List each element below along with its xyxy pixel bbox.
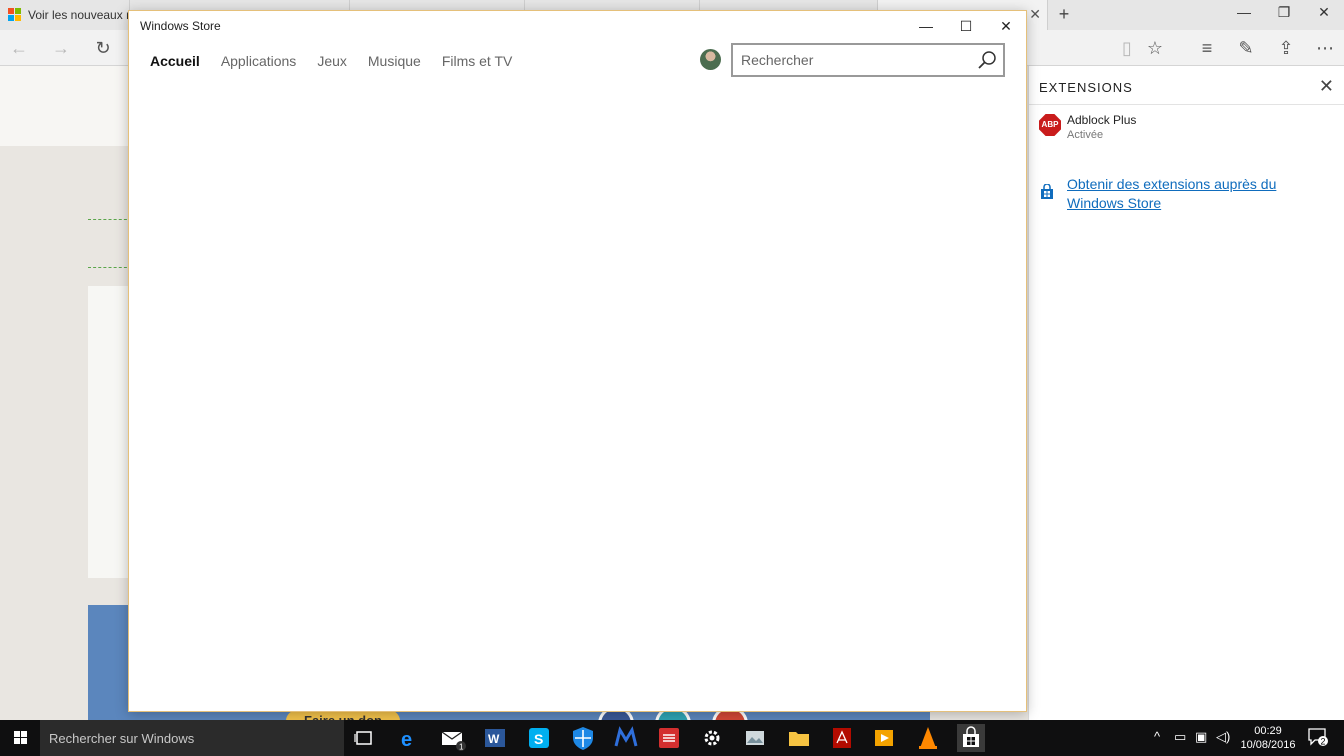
volume-icon[interactable]: ◁) bbox=[1216, 729, 1230, 745]
page-header-strip bbox=[0, 66, 140, 146]
vlc-icon[interactable] bbox=[914, 724, 942, 752]
store-maximize-button[interactable]: ☐ bbox=[951, 15, 981, 37]
store-minimize-button[interactable]: — bbox=[911, 15, 941, 37]
store-icon[interactable] bbox=[957, 724, 985, 752]
network-icon[interactable]: ▣ bbox=[1195, 729, 1207, 745]
browser-tab-title: Voir les nouveaux m bbox=[28, 8, 130, 22]
refresh-icon[interactable]: ↻ bbox=[90, 36, 116, 60]
mail-badge: 1 bbox=[459, 743, 464, 752]
file-explorer-icon[interactable] bbox=[785, 724, 813, 752]
extensions-title: EXTENSIONS bbox=[1039, 80, 1133, 95]
windows-start-icon[interactable] bbox=[0, 720, 40, 756]
tab-accueil[interactable]: Accueil bbox=[150, 53, 200, 69]
browser-close-button[interactable]: ✕ bbox=[1312, 4, 1336, 21]
tab-close-icon[interactable]: ✕ bbox=[1029, 6, 1041, 23]
windows-logo-icon bbox=[8, 8, 21, 21]
svg-text:W: W bbox=[488, 732, 500, 746]
skype-icon[interactable]: S bbox=[525, 724, 553, 752]
edge-icon[interactable]: e bbox=[395, 724, 423, 752]
forward-arrow-icon[interactable]: → bbox=[48, 36, 74, 60]
divider bbox=[1029, 104, 1344, 105]
page-divider bbox=[88, 267, 132, 268]
close-icon[interactable]: ✕ bbox=[1319, 76, 1334, 97]
search-box bbox=[731, 43, 1005, 77]
defender-shield-icon[interactable] bbox=[569, 724, 597, 752]
word-icon[interactable]: W bbox=[481, 724, 509, 752]
search-input[interactable] bbox=[733, 45, 963, 75]
new-tab-button[interactable]: + bbox=[1054, 4, 1074, 25]
svg-text:S: S bbox=[534, 731, 543, 747]
get-extensions-link[interactable]: Obtenir des extensions auprès du Windows… bbox=[1067, 175, 1327, 213]
battery-icon[interactable]: ▭ bbox=[1174, 729, 1186, 745]
tab-jeux[interactable]: Jeux bbox=[317, 53, 347, 69]
windows-store-window: Windows Store — ☐ ✕ Accueil Applications… bbox=[128, 10, 1027, 712]
browser-restore-button[interactable]: ❐ bbox=[1272, 4, 1296, 21]
reading-view-icon[interactable]: ▯ bbox=[1114, 36, 1140, 60]
browser-tab[interactable]: Voir les nouveaux m bbox=[0, 0, 130, 30]
notification-count: 2 bbox=[1321, 737, 1326, 747]
store-nav: Accueil Applications Jeux Musique Films … bbox=[150, 53, 512, 69]
acrobat-icon[interactable] bbox=[828, 724, 856, 752]
taskbar-search[interactable]: Rechercher sur Windows bbox=[40, 720, 344, 756]
tab-musique[interactable]: Musique bbox=[368, 53, 421, 69]
mail-icon[interactable]: 1 bbox=[439, 724, 467, 752]
adblock-plus-icon[interactable]: ABP bbox=[1039, 114, 1061, 136]
browser-minimize-button[interactable]: — bbox=[1232, 4, 1256, 20]
chevron-up-icon[interactable]: ^ bbox=[1154, 729, 1160, 744]
store-bag-icon bbox=[1041, 184, 1053, 199]
search-icon[interactable] bbox=[977, 50, 997, 70]
malwarebytes-icon[interactable] bbox=[612, 724, 640, 752]
hub-icon[interactable]: ≡ bbox=[1194, 36, 1220, 60]
clock-date: 10/08/2016 bbox=[1240, 739, 1296, 751]
window-title: Windows Store bbox=[140, 19, 221, 33]
back-arrow-icon[interactable]: ← bbox=[6, 36, 32, 60]
tab-films-et-tv[interactable]: Films et TV bbox=[442, 53, 513, 69]
web-note-icon[interactable]: ✎ bbox=[1233, 36, 1259, 60]
photos-icon[interactable] bbox=[741, 724, 769, 752]
avatar[interactable] bbox=[700, 49, 721, 70]
clock[interactable]: 00:29 10/08/2016 bbox=[1240, 724, 1296, 752]
extension-status: Activée bbox=[1067, 129, 1104, 141]
extension-name[interactable]: Adblock Plus bbox=[1067, 113, 1136, 127]
share-icon[interactable]: ⇪ bbox=[1273, 36, 1299, 60]
media-player-icon[interactable] bbox=[870, 724, 898, 752]
page-divider bbox=[88, 219, 132, 220]
extensions-panel: EXTENSIONS ✕ ABP Adblock Plus Activée Ob… bbox=[1028, 66, 1344, 720]
tab-applications[interactable]: Applications bbox=[221, 53, 297, 69]
task-view-icon[interactable] bbox=[350, 724, 378, 752]
store-close-button[interactable]: ✕ bbox=[991, 15, 1021, 37]
clock-time: 00:29 bbox=[1254, 725, 1282, 737]
more-actions-icon[interactable]: ⋯ bbox=[1312, 36, 1338, 60]
music-app-icon[interactable] bbox=[655, 724, 683, 752]
action-center-icon[interactable]: 2 bbox=[1308, 728, 1328, 746]
favorite-star-icon[interactable]: ☆ bbox=[1142, 36, 1168, 60]
taskbar: Rechercher sur Windows e 1 W S ^ ▭ ▣ ◁) … bbox=[0, 720, 1344, 756]
svg-text:e: e bbox=[401, 729, 412, 751]
settings-gear-icon[interactable] bbox=[698, 724, 726, 752]
